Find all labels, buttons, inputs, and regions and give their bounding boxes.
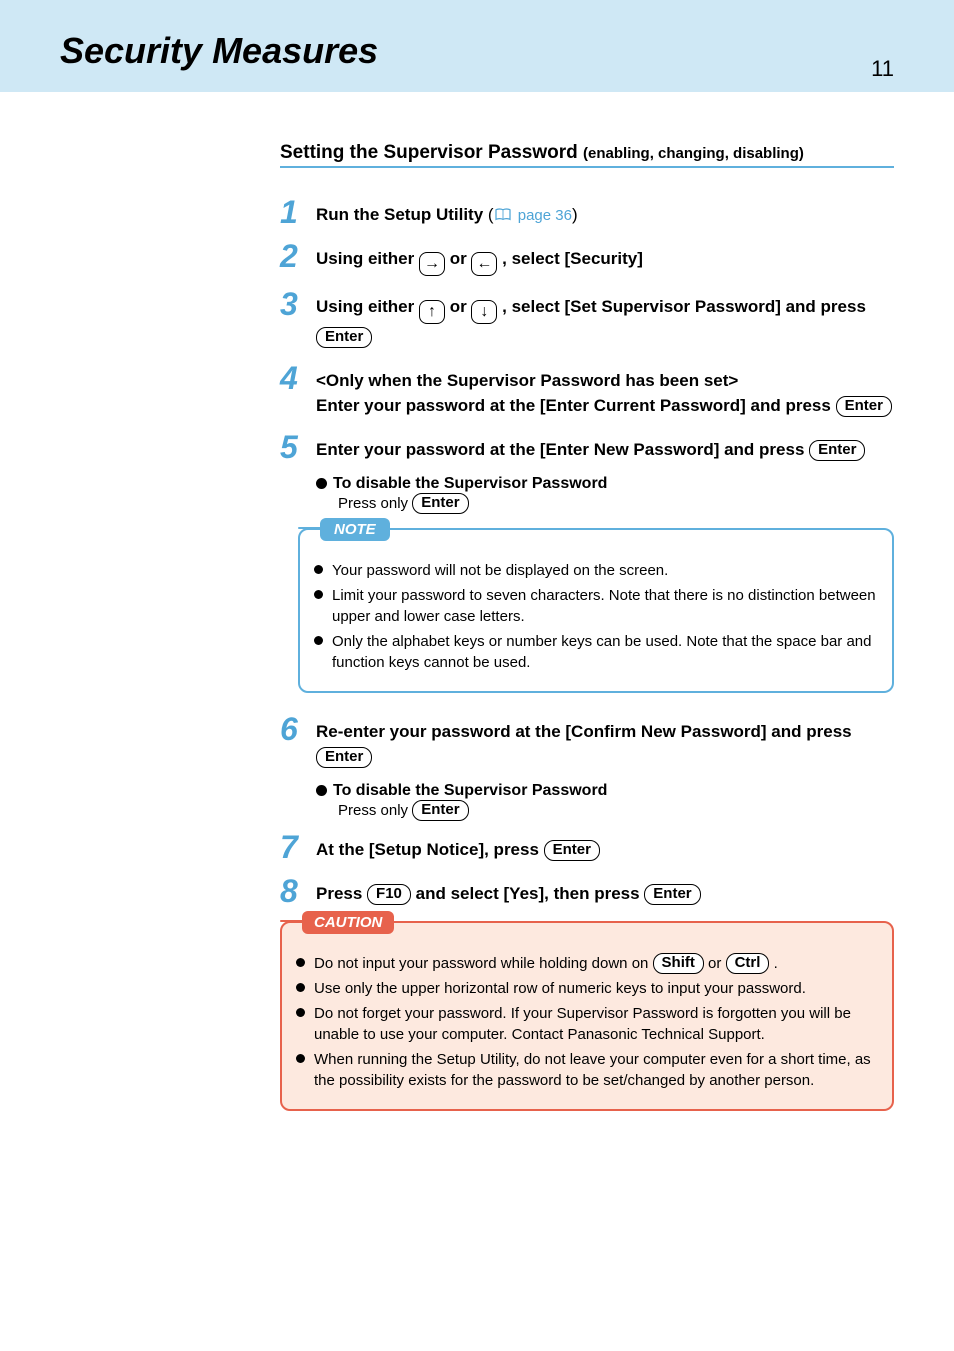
right-arrow-key-icon: → [419, 252, 445, 276]
step-3: 3 Using either ↑ or ↓ , select [Set Supe… [280, 288, 894, 350]
step-text: Re-enter your password at the [Confirm N… [316, 722, 852, 741]
page-reference-link[interactable]: page 36 [514, 207, 572, 224]
step-5: 5 Enter your password at the [Enter New … [280, 431, 894, 463]
enter-key-icon: Enter [316, 747, 372, 768]
caution-list: Do not input your password while holding… [296, 953, 878, 1091]
step-number: 4 [280, 362, 312, 394]
step-body: Re-enter your password at the [Confirm N… [316, 713, 894, 770]
step-number: 5 [280, 431, 312, 463]
step-1: 1 Run the Setup Utility ( page 36) [280, 196, 894, 228]
step-text: Using either [316, 297, 419, 316]
step-text: Using either [316, 249, 419, 268]
step-number: 7 [280, 831, 312, 863]
note-item: Limit your password to seven characters.… [314, 585, 878, 627]
step-4: 4 <Only when the Supervisor Password has… [280, 362, 894, 419]
step-line: <Only when the Supervisor Password has b… [316, 368, 894, 394]
step-number: 8 [280, 875, 312, 907]
shift-key-icon: Shift [653, 953, 704, 974]
step-number: 1 [280, 196, 312, 228]
section-title: Setting the Supervisor Password [280, 142, 583, 163]
ctrl-key-icon: Ctrl [726, 953, 770, 974]
note-item: Your password will not be displayed on t… [314, 560, 878, 581]
caution-label: CAUTION [302, 911, 394, 934]
caution-item: Do not forget your password. If your Sup… [296, 1003, 878, 1045]
caution-item: Do not input your password while holding… [296, 953, 878, 974]
note-item: Only the alphabet keys or number keys ca… [314, 631, 878, 673]
note-label: NOTE [320, 518, 390, 541]
section-subtitle: (enabling, changing, disabling) [583, 145, 804, 162]
enter-key-icon: Enter [809, 440, 865, 461]
step-number: 3 [280, 288, 312, 320]
book-icon [494, 208, 512, 222]
note-list: Your password will not be displayed on t… [314, 560, 878, 673]
step-text: Press [316, 884, 367, 903]
step-text: or [445, 297, 471, 316]
step-body: Enter your password at the [Enter New Pa… [316, 431, 894, 463]
step-body: <Only when the Supervisor Password has b… [316, 362, 894, 419]
enter-key-icon: Enter [644, 884, 700, 905]
caution-item: When running the Setup Utility, do not l… [296, 1049, 878, 1091]
up-arrow-key-icon: ↑ [419, 300, 445, 324]
caution-box: CAUTION Do not input your password while… [280, 921, 894, 1111]
step-body: Run the Setup Utility ( page 36) [316, 196, 894, 228]
step-body: Press F10 and select [Yes], then press E… [316, 875, 894, 907]
page-header: Security Measures 11 [0, 0, 954, 92]
step-6: 6 Re-enter your password at the [Confirm… [280, 713, 894, 770]
note-box: NOTE Your password will not be displayed… [298, 528, 894, 693]
left-arrow-key-icon: ← [471, 252, 497, 276]
enter-key-icon: Enter [544, 840, 600, 861]
disable-note: To disable the Supervisor Password Press… [316, 475, 894, 514]
disable-heading: To disable the Supervisor Password [333, 475, 607, 492]
step-text: , select [Set Supervisor Password] and p… [497, 297, 865, 316]
step-7: 7 At the [Setup Notice], press Enter [280, 831, 894, 863]
step-text: or [445, 249, 471, 268]
section-heading: Setting the Supervisor Password (enablin… [280, 142, 894, 168]
bullet-icon [316, 785, 327, 796]
page-content: Setting the Supervisor Password (enablin… [0, 92, 954, 1191]
enter-key-icon: Enter [412, 800, 468, 821]
step-text: At the [Setup Notice], press [316, 840, 544, 859]
step-text: Run the Setup Utility [316, 205, 488, 224]
step-2: 2 Using either → or ← , select [Security… [280, 240, 894, 276]
step-8: 8 Press F10 and select [Yes], then press… [280, 875, 894, 907]
step-text: , select [Security] [497, 249, 643, 268]
step-number: 2 [280, 240, 312, 272]
disable-text: Press only [338, 495, 412, 512]
step-text: Enter your password at the [Enter New Pa… [316, 440, 809, 459]
disable-text: Press only [338, 802, 412, 819]
enter-key-icon: Enter [412, 493, 468, 514]
enter-key-icon: Enter [316, 327, 372, 348]
caution-item: Use only the upper horizontal row of num… [296, 978, 878, 999]
step-body: At the [Setup Notice], press Enter [316, 831, 894, 863]
step-text: and select [Yes], then press [411, 884, 644, 903]
step-number: 6 [280, 713, 312, 745]
bullet-icon [316, 478, 327, 489]
disable-note: To disable the Supervisor Password Press… [316, 782, 894, 821]
step-body: Using either → or ← , select [Security] [316, 240, 894, 276]
down-arrow-key-icon: ↓ [471, 300, 497, 324]
page-title: Security Measures [60, 30, 894, 72]
page-number: 11 [871, 56, 894, 82]
disable-heading: To disable the Supervisor Password [333, 782, 607, 799]
enter-key-icon: Enter [836, 396, 892, 417]
step-line: Enter your password at the [Enter Curren… [316, 393, 894, 419]
step-body: Using either ↑ or ↓ , select [Set Superv… [316, 288, 894, 350]
f10-key-icon: F10 [367, 884, 411, 905]
